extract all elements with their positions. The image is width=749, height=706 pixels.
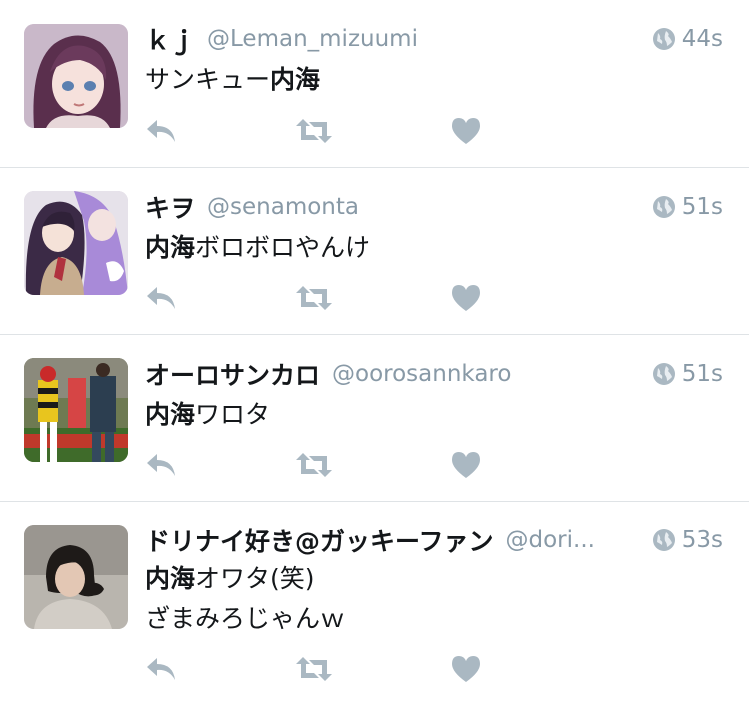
timeline: ｋｊ @Leman_mizuumi 44s サンキュー内海 キヲ @senamo…	[0, 0, 749, 706]
reply-icon	[147, 658, 175, 680]
globe-icon	[652, 28, 675, 50]
tweet-text: サンキュー内海	[145, 60, 320, 100]
retweet-button[interactable]	[295, 450, 333, 480]
globe-icon	[652, 529, 675, 551]
tweet-card[interactable]: ドリナイ好き@ガッキーファン @dori... 53s 内海オワタ(笑) ざまみ…	[0, 502, 749, 706]
user-handle[interactable]: @senamonta	[207, 194, 359, 220]
reply-button[interactable]	[145, 116, 177, 146]
retweet-icon	[296, 453, 332, 477]
like-button[interactable]	[451, 283, 481, 313]
like-button[interactable]	[451, 450, 481, 480]
tweet-text-line: ざまみろじゃんｗ	[145, 599, 345, 639]
user-handle[interactable]: @oorosannkaro	[332, 361, 511, 387]
avatar[interactable]	[24, 525, 128, 629]
timestamp[interactable]: 51s	[682, 194, 723, 220]
tweet-text-bold: 内海	[270, 65, 321, 94]
tweet-text-bold: 内海	[145, 564, 196, 593]
tweet-card[interactable]: ｋｊ @Leman_mizuumi 44s サンキュー内海	[0, 0, 749, 168]
retweet-icon	[296, 657, 332, 681]
avatar[interactable]	[24, 191, 128, 295]
retweet-button[interactable]	[295, 116, 333, 146]
avatar-anime-pair-image	[24, 191, 128, 295]
user-handle[interactable]: @Leman_mizuumi	[207, 26, 418, 52]
tweet-card[interactable]: キヲ @senamonta 51s 内海ボロボロやんけ	[0, 168, 749, 335]
timestamp[interactable]: 53s	[682, 527, 723, 553]
tweet-text-segment: サンキュー	[145, 65, 271, 94]
tweet-text: 内海ボロボロやんけ	[145, 228, 370, 268]
tweet-text-segment: オワタ(笑)	[195, 564, 315, 593]
avatar[interactable]	[24, 24, 128, 128]
tweet-meta: 44s	[642, 26, 723, 52]
reply-icon	[147, 120, 175, 142]
tweet-card[interactable]: オーロサンカロ @oorosannkaro 51s 内海ワロタ	[0, 335, 749, 502]
retweet-icon	[296, 286, 332, 310]
avatar[interactable]	[24, 358, 128, 462]
tweet-text-segment: ざまみろじゃんｗ	[145, 604, 346, 633]
avatar-woman-photo-image	[24, 525, 128, 629]
display-name[interactable]: ｋｊ	[145, 21, 195, 57]
heart-icon	[452, 285, 480, 311]
reply-icon	[147, 454, 175, 476]
like-button[interactable]	[451, 654, 481, 684]
globe-icon	[652, 363, 675, 385]
heart-icon	[452, 452, 480, 478]
timestamp[interactable]: 51s	[682, 361, 723, 387]
timestamp[interactable]: 44s	[682, 26, 723, 52]
display-name[interactable]: ドリナイ好き@ガッキーファン	[145, 522, 494, 558]
tweet-text-bold: 内海	[145, 400, 196, 429]
tweet-text-line: 内海オワタ(笑)	[145, 559, 345, 599]
tweet-meta: 53s	[642, 527, 723, 553]
tweet-text-bold: 内海	[145, 233, 196, 262]
globe-icon	[652, 196, 675, 218]
retweet-button[interactable]	[295, 654, 333, 684]
tweet-text-segment: ボロボロやんけ	[195, 233, 371, 262]
retweet-icon	[296, 119, 332, 143]
display-name[interactable]: オーロサンカロ	[145, 356, 320, 392]
heart-icon	[452, 656, 480, 682]
avatar-jockey-photo-image	[24, 358, 128, 462]
tweet-text: 内海ワロタ	[145, 395, 270, 435]
retweet-button[interactable]	[295, 283, 333, 313]
user-handle[interactable]: @dori...	[506, 527, 595, 553]
display-name[interactable]: キヲ	[145, 189, 195, 225]
tweet-text-segment: ワロタ	[195, 400, 271, 429]
reply-icon	[147, 287, 175, 309]
reply-button[interactable]	[145, 283, 177, 313]
tweet-text: 内海オワタ(笑) ざまみろじゃんｗ	[145, 559, 345, 639]
tweet-meta: 51s	[642, 361, 723, 387]
heart-icon	[452, 118, 480, 144]
like-button[interactable]	[451, 116, 481, 146]
reply-button[interactable]	[145, 450, 177, 480]
reply-button[interactable]	[145, 654, 177, 684]
tweet-meta: 51s	[642, 194, 723, 220]
avatar-anime-girl-image	[24, 24, 128, 128]
